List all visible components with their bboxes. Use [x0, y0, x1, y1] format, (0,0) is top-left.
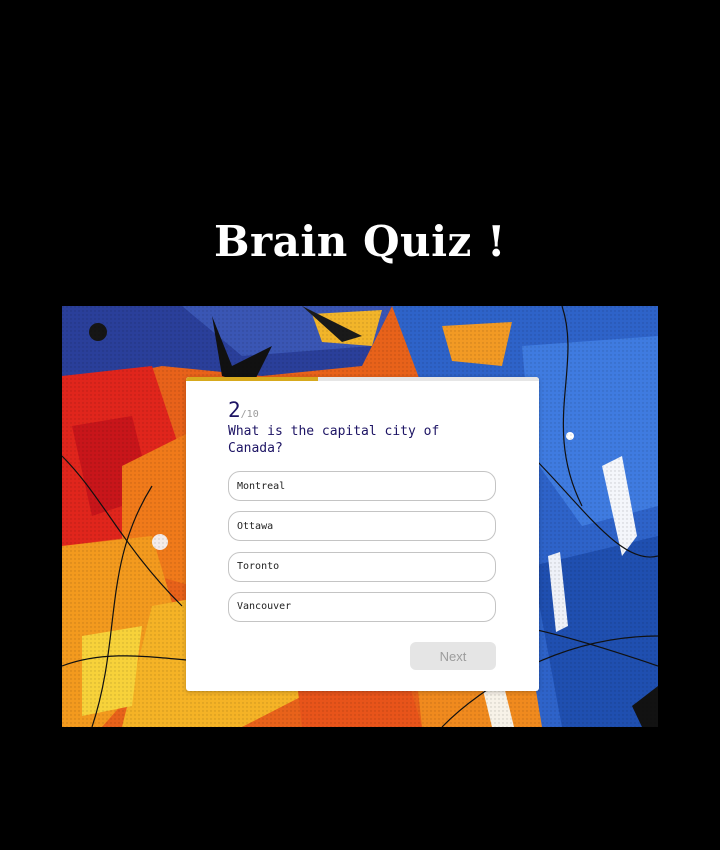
answer-option-label: Montreal: [237, 480, 286, 492]
next-button[interactable]: Next: [410, 642, 496, 670]
answer-option-label: Vancouver: [237, 601, 292, 613]
page: Brain Quiz ! 2/10 What is the capital ci…: [0, 0, 720, 850]
quiz-card: 2/10 What is the capital city of Canada?…: [186, 377, 539, 691]
question-text: What is the capital city of Canada?: [228, 424, 440, 456]
answer-option[interactable]: Toronto: [228, 551, 496, 582]
total-questions: /10: [240, 409, 259, 420]
question-counter: 2/10: [228, 398, 259, 422]
app-title: Brain Quiz !: [214, 217, 506, 266]
answer-option[interactable]: Montreal: [228, 471, 496, 501]
current-question-number: 2: [228, 398, 241, 422]
progress-bar-fill: [186, 377, 319, 381]
answer-option[interactable]: Ottawa: [228, 511, 496, 542]
answer-options: Montreal Ottawa Toronto Vancouver: [228, 471, 496, 632]
progress-bar: [186, 377, 539, 381]
answer-option[interactable]: Vancouver: [228, 591, 496, 622]
answer-option-label: Toronto: [237, 561, 280, 573]
answer-option-label: Ottawa: [237, 520, 274, 532]
